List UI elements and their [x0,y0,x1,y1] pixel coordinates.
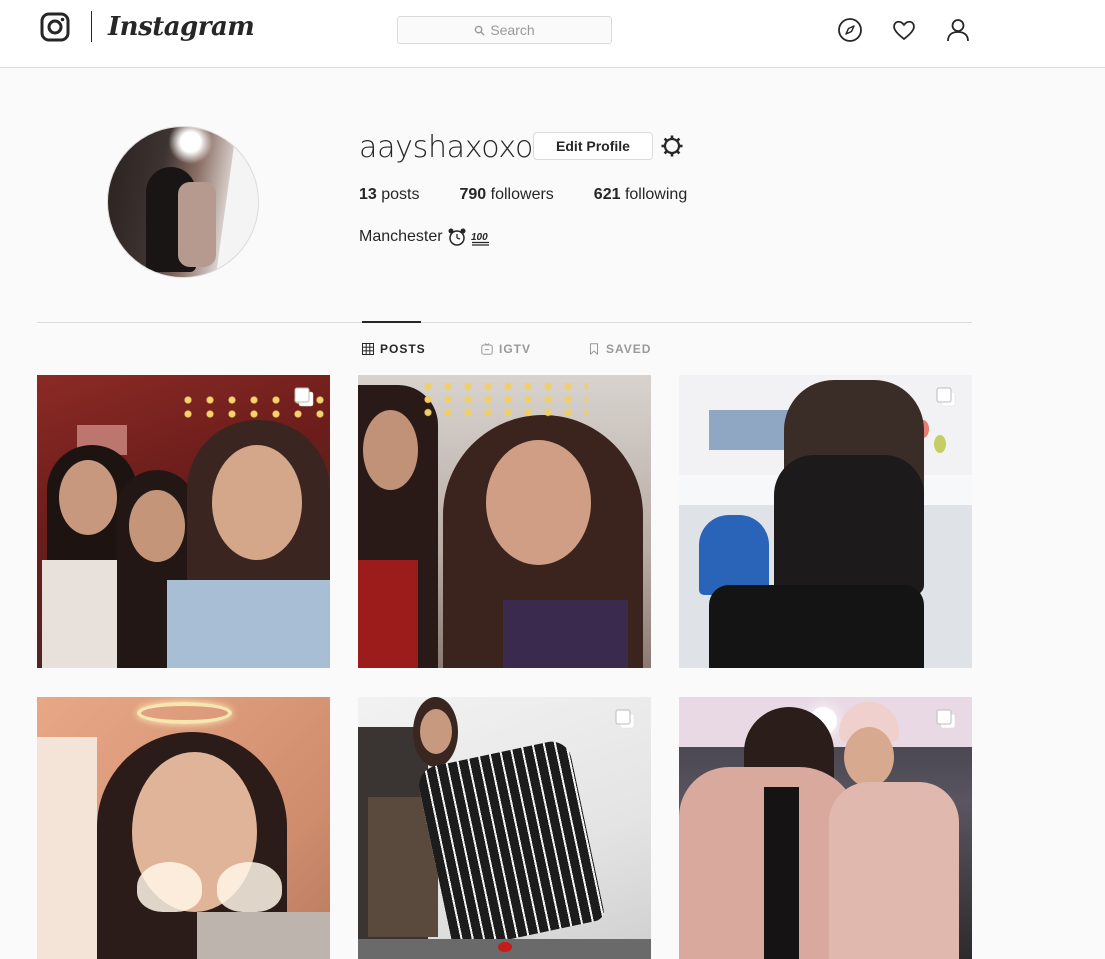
face-left [59,460,117,535]
multiple-photos-icon [615,709,635,729]
multiple-photos-icon [936,387,956,407]
followers-stat[interactable]: 790 followers [460,186,554,204]
followers-count: 790 [459,186,487,203]
avatar-coat [178,182,216,267]
post-tile[interactable] [37,697,330,959]
wings-filter [137,862,202,912]
face-middle [129,490,185,562]
grid-icon [362,343,374,355]
search-input[interactable]: Search [397,16,612,44]
striped-dress [415,737,606,952]
post-tile[interactable] [679,697,972,959]
profile-stats: 13 posts 790 followers 621 following [359,186,687,204]
active-tab-indicator [362,321,421,323]
face-right [212,445,302,560]
wings-filter [217,862,282,912]
svg-text:100: 100 [471,232,488,243]
posts-count: 13 [359,186,377,203]
activity-button[interactable] [891,17,917,43]
multiple-photos-icon [294,387,314,407]
profile-avatar[interactable] [107,126,259,278]
face-right [486,440,591,565]
search-placeholder: Search [490,22,535,38]
igtv-icon [481,343,493,355]
edit-profile-button[interactable]: Edit Profile [533,132,653,160]
tabs-divider [37,322,972,323]
tab-igtv-label: IGTV [499,342,532,356]
profile-button[interactable] [945,17,971,43]
posts-stat: 13 posts [359,186,420,204]
explore-button[interactable] [837,17,863,43]
poster [709,410,789,450]
logo-divider [91,11,92,42]
sparkle-filter [418,380,588,420]
compass-icon [838,18,862,42]
instagram-logo-icon[interactable] [40,12,70,42]
multiple-photos-icon [936,709,956,729]
post-tile[interactable] [358,697,651,959]
door [37,737,97,959]
tab-saved-label: SAVED [606,342,652,356]
following-count: 621 [593,186,621,203]
face-left [363,410,418,490]
purple-dress [503,600,628,668]
search-icon [475,25,485,36]
post-tile[interactable] [358,375,651,668]
alarm-clock-emoji [448,228,466,246]
hundred-points-emoji: 100 [471,232,489,246]
tab-posts[interactable]: POSTS [362,342,426,356]
chair [699,515,769,595]
red-top [358,560,418,668]
top-nav: Instagram Search [0,0,1105,68]
avatar-wall [215,127,258,277]
post-tile[interactable] [37,375,330,668]
balloon [934,435,946,453]
profile-bio: Manchester 100 [359,227,491,247]
tab-saved[interactable]: SAVED [588,342,651,356]
heart-icon [893,20,915,40]
face [420,709,452,754]
instagram-wordmark[interactable]: Instagram [108,12,255,42]
fur-coat-right [829,782,959,959]
halo-filter [137,702,232,724]
posts-label: posts [381,186,420,203]
black-top [774,455,924,595]
red-shoe [498,942,512,952]
grey-top [197,912,330,959]
denim-jacket [167,580,330,668]
gear-icon[interactable] [660,134,684,158]
tab-posts-label: POSTS [380,342,426,356]
profile-username: aayshaxoxo [359,130,533,165]
top-left [42,560,122,668]
following-label: following [624,186,688,203]
bio-text: Manchester [359,228,443,245]
bookmark-icon [590,343,598,355]
face-right [844,727,894,787]
black-top [764,787,799,959]
followers-label: followers [490,186,554,203]
post-tile[interactable] [679,375,972,668]
user-icon [947,19,969,42]
following-stat[interactable]: 621 following [594,186,687,204]
black-trousers [709,585,924,668]
tab-igtv[interactable]: IGTV [481,342,531,356]
